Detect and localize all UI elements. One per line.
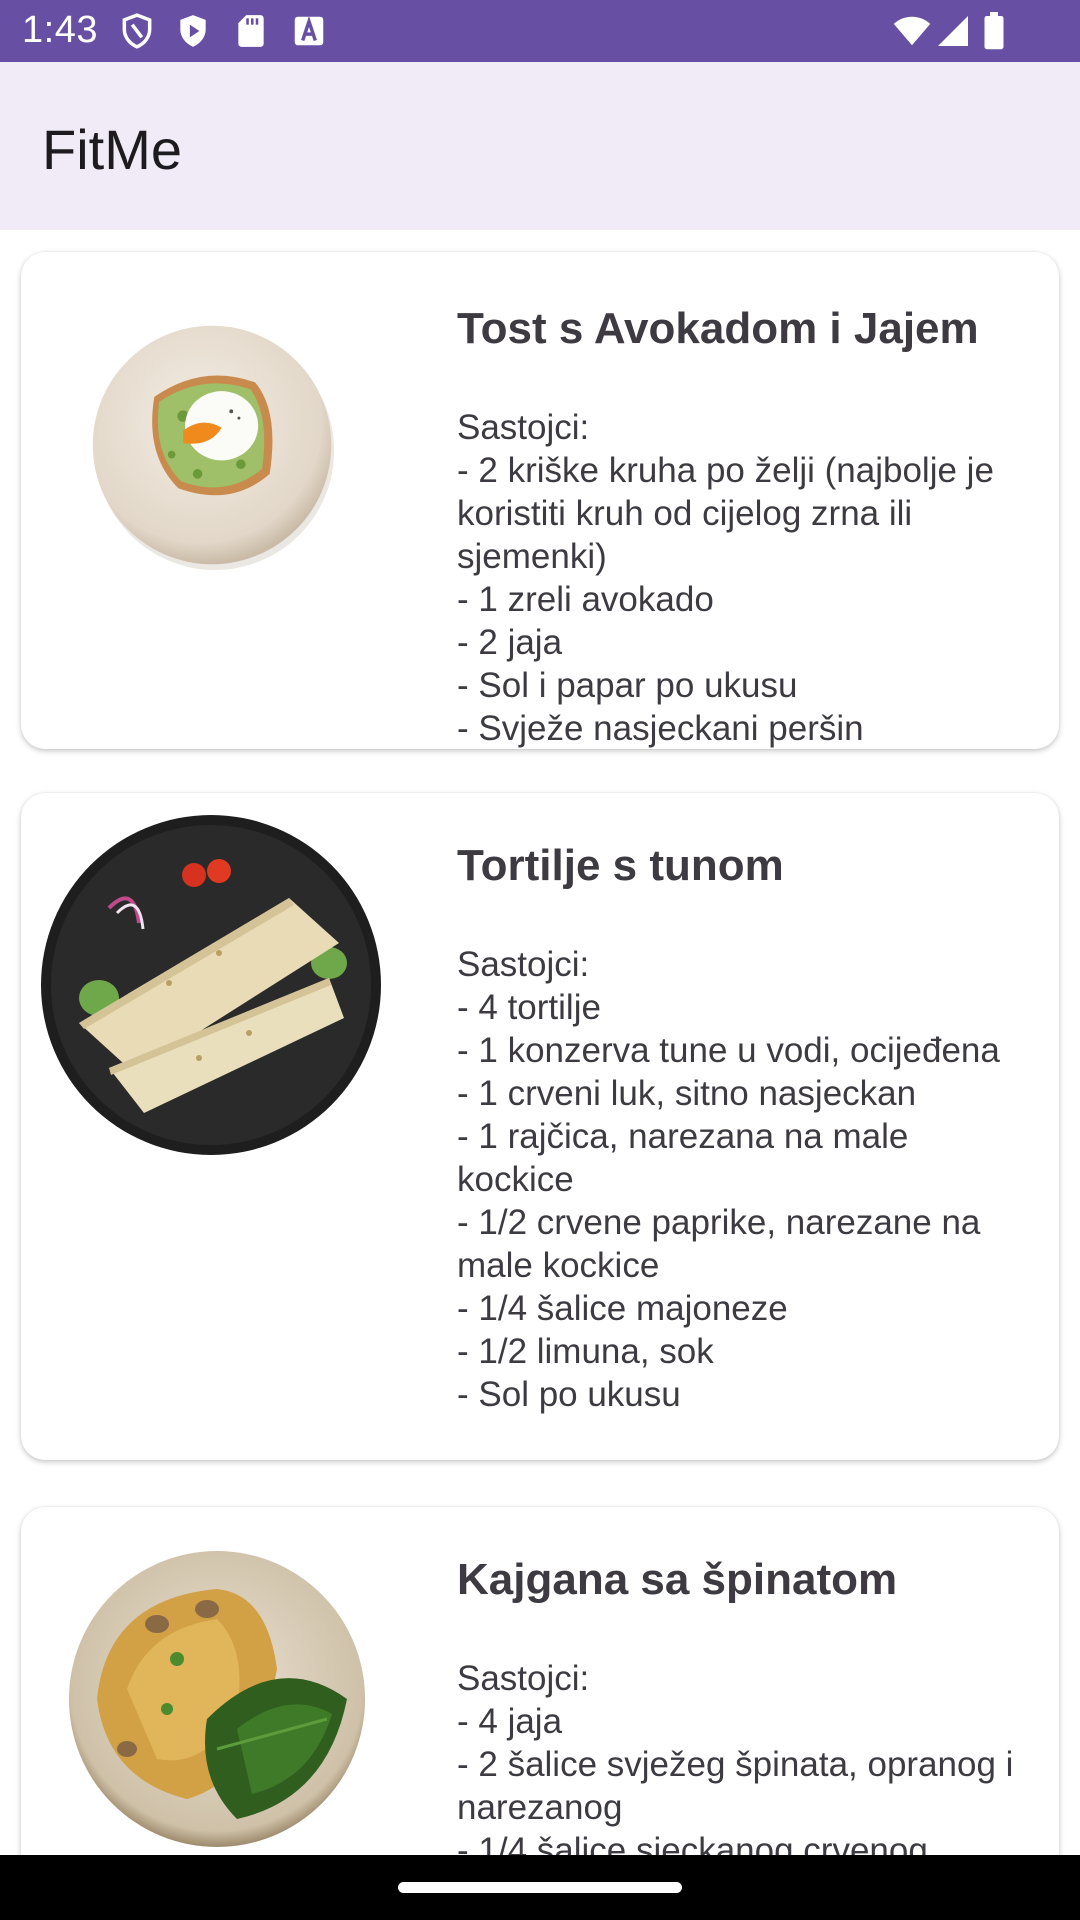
recipe-card-tuna-tortilla[interactable]: Tortilje s tunom Sastojci: - 4 tortilje … <box>21 793 1059 1460</box>
avocado-toast-egg-plate-image <box>92 325 335 570</box>
home-gesture-handle[interactable] <box>398 1882 682 1893</box>
recipe-ingredients: Sastojci: - 2 kriške kruha po želji (naj… <box>457 408 994 748</box>
recipe-title: Tortilje s tunom <box>457 841 784 890</box>
scrambled-eggs-spinach-plate-image <box>69 1551 365 1847</box>
system-navigation-bar <box>0 1855 1080 1920</box>
wifi-icon <box>893 16 931 46</box>
top-app-bar: FitMe <box>0 62 1080 230</box>
play-protect-icon <box>180 15 206 47</box>
cellular-signal-icon <box>938 16 968 46</box>
recipe-ingredients: Sastojci: - 4 jaja - 2 šalice svježeg šp… <box>457 1659 1014 1855</box>
battery-icon <box>984 12 1004 50</box>
sd-card-icon <box>238 15 264 47</box>
shield-icon <box>122 13 152 49</box>
recipe-title: Kajgana sa špinatom <box>457 1555 898 1604</box>
recipe-ingredients: Sastojci: - 4 tortilje - 1 konzerva tune… <box>457 945 1000 1414</box>
app-title: FitMe <box>42 118 182 181</box>
recipe-card-avocado-toast[interactable]: Tost s Avokadom i Jajem Sastojci: - 2 kr… <box>21 252 1059 749</box>
tuna-tortilla-wraps-plate-image <box>41 815 381 1155</box>
font-download-icon <box>294 15 324 46</box>
recipe-title: Tost s Avokadom i Jajem <box>457 304 979 353</box>
status-time: 1:43 <box>22 9 98 51</box>
recipe-list[interactable]: Tost s Avokadom i Jajem Sastojci: - 2 kr… <box>0 230 1080 1855</box>
status-bar: 1:43 <box>0 0 1080 62</box>
recipe-card-spinach-scrambled-eggs[interactable]: Kajgana sa špinatom Sastojci: - 4 jaja -… <box>21 1507 1059 1855</box>
